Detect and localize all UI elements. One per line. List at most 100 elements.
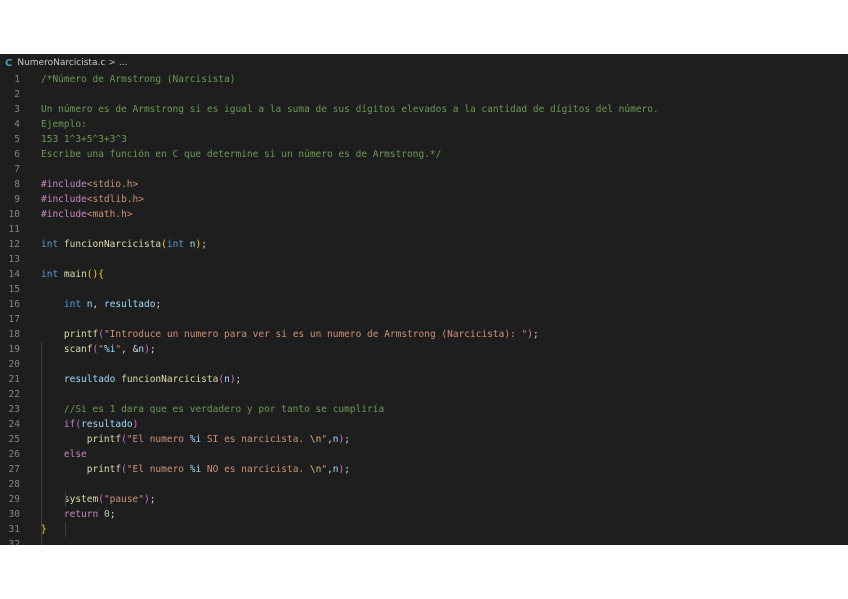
line-number: 17 [8, 314, 20, 325]
line-number: 8 [14, 179, 20, 190]
code-token: printf [86, 464, 122, 475]
line-text: #include<math.h> [41, 207, 133, 222]
code-token: Ejemplo: [41, 119, 87, 130]
code-line[interactable]: 27 printf("El numero %i NO es narcicista… [0, 462, 848, 477]
code-line[interactable]: 30 return 0; [0, 507, 848, 522]
code-line[interactable]: 5 153 1^3+5^3+3^3 [0, 132, 848, 147]
code-line[interactable]: 10 #include<math.h> [0, 207, 848, 222]
line-number: 7 [14, 164, 20, 175]
line-number: 13 [8, 254, 20, 265]
line-number: 2 [14, 89, 20, 100]
code-line[interactable]: 32 [0, 537, 848, 545]
line-number: 10 [8, 209, 20, 220]
code-line[interactable]: 29 system("pause"); [0, 492, 848, 507]
code-token: () [86, 269, 99, 280]
line-text: Un número es de Armstrong si es igual a … [41, 102, 659, 117]
code-line[interactable]: 14 int main(){ [0, 267, 848, 282]
code-token: //Si es 1 dara que es verdadero y por ta… [63, 404, 385, 415]
code-line[interactable]: 12 int funcionNarcicista(int n); [0, 237, 848, 252]
code-token: int [63, 299, 82, 310]
code-line[interactable]: 2 [0, 87, 848, 102]
line-text: //Si es 1 dara que es verdadero y por ta… [41, 402, 384, 417]
code-line[interactable]: 3 Un número es de Armstrong si es igual a… [0, 102, 848, 117]
code-line[interactable]: 6 Escribe una función en C que determine … [0, 147, 848, 162]
line-text: int main(){ [41, 267, 104, 282]
code-token: "pause" [103, 494, 144, 505]
line-number: 21 [8, 374, 20, 385]
line-number: 20 [8, 359, 20, 370]
code-line[interactable]: 24 if(resultado) [0, 417, 848, 432]
code-token: ; [344, 464, 350, 475]
code-token: <math.h> [86, 209, 133, 220]
code-line[interactable]: 28 [0, 477, 848, 492]
code-line[interactable]: 7 [0, 162, 848, 177]
code-line[interactable]: 25 printf("El numero %i SI es narcicista… [0, 432, 848, 447]
breadcrumb-separator: > [108, 58, 116, 68]
code-token: SI es narcicista. [201, 434, 310, 445]
code-token: ; [109, 509, 116, 520]
code-token: printf [86, 434, 122, 445]
line-number: 28 [8, 479, 20, 490]
line-number: 24 [8, 419, 20, 430]
code-token: ; [201, 239, 207, 250]
code-token: <stdio.h> [86, 179, 139, 190]
c-file-icon: C [5, 57, 13, 69]
line-text: 153 1^3+5^3+3^3 [41, 132, 127, 147]
code-token: if [63, 419, 76, 430]
code-line[interactable]: 23 //Si es 1 dara que es verdadero y por… [0, 402, 848, 417]
code-line[interactable]: 20 [0, 357, 848, 372]
code-token: scanf [63, 344, 93, 355]
code-line[interactable]: 15 [0, 282, 848, 297]
code-line[interactable]: 21 resultado funcionNarcicista(n); [0, 372, 848, 387]
line-text: return 0; [41, 507, 116, 522]
code-line[interactable]: 22 [0, 387, 848, 402]
code-line[interactable]: 4 Ejemplo: [0, 117, 848, 132]
line-number: 11 [8, 224, 20, 235]
code-token: %i [103, 344, 116, 355]
line-text: scanf("%i", &n); [41, 342, 156, 357]
line-number: 16 [8, 299, 20, 310]
line-text: #include<stdlib.h> [41, 192, 144, 207]
code-token: printf [63, 329, 99, 340]
line-number: 19 [8, 344, 20, 355]
code-token: \n [309, 434, 322, 445]
code-token: \n [309, 464, 322, 475]
code-token: main [63, 269, 87, 280]
code-line[interactable]: 8 #include<stdio.h> [0, 177, 848, 192]
line-number: 6 [14, 149, 20, 160]
code-area[interactable]: 1/*Número de Armstrong (Narcisista) 2 3 Un … [0, 72, 848, 545]
code-token: funcionNarcicista [63, 239, 162, 250]
code-token: else [63, 449, 87, 460]
code-line[interactable]: 13 [0, 252, 848, 267]
line-number: 15 [8, 284, 20, 295]
code-token: { [98, 269, 104, 280]
code-token: <stdlib.h> [86, 194, 144, 205]
line-text: int n, resultado; [41, 297, 161, 312]
breadcrumb-file[interactable]: NumeroNarcicista.c [17, 58, 105, 68]
code-line[interactable]: 26 else [0, 447, 848, 462]
code-line[interactable]: 9 #include<stdlib.h> [0, 192, 848, 207]
code-token: funcionNarcicista [121, 374, 219, 385]
line-text: printf("El numero %i SI es narcicista. \… [41, 432, 350, 447]
line-text: int funcionNarcicista(int n); [41, 237, 207, 252]
line-text: /*Número de Armstrong (Narcisista) [41, 72, 235, 87]
code-line[interactable]: 17 [0, 312, 848, 327]
code-line[interactable]: 18 printf("Introduce un numero para ver … [0, 327, 848, 342]
code-line[interactable]: 11 [0, 222, 848, 237]
code-token: int [41, 269, 59, 280]
line-number: 3 [14, 104, 20, 115]
code-line[interactable]: 31} [0, 522, 848, 537]
code-editor[interactable]: C NumeroNarcicista.c > ... 1 /*Número de … [0, 54, 848, 545]
breadcrumb-more[interactable]: ... [119, 58, 128, 68]
code-line[interactable]: 16 int n, resultado; [0, 297, 848, 312]
code-line[interactable]: 1 /*Número de Armstrong (Narcisista) [0, 72, 848, 87]
code-line[interactable]: 19 scanf("%i", &n); [0, 342, 848, 357]
line-text: Ejemplo: [41, 117, 87, 132]
indent-guide [65, 492, 66, 507]
